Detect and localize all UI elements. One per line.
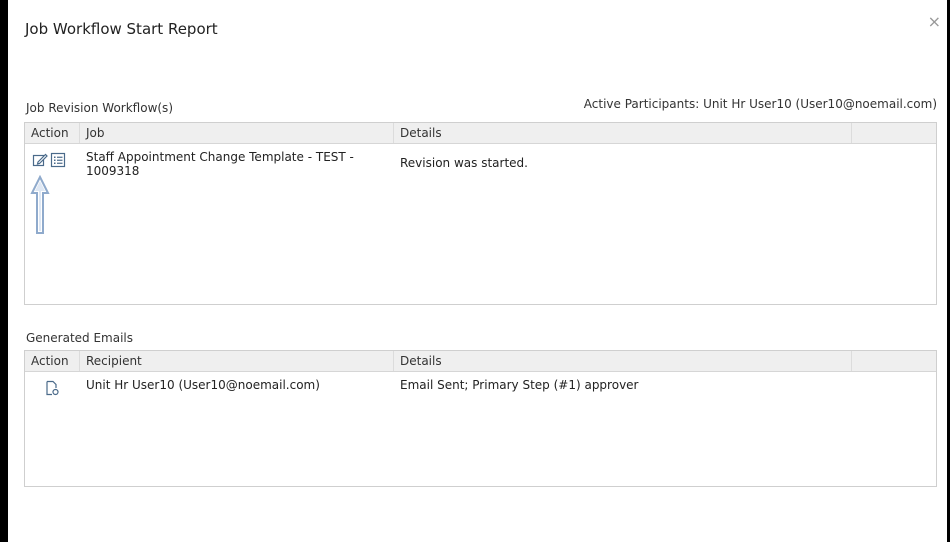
row-actions <box>25 150 80 178</box>
revision-section-label: Job Revision Workflow(s) <box>26 101 173 115</box>
column-header-filler <box>852 123 936 143</box>
up-arrow-icon <box>30 175 50 234</box>
job-workflow-start-report-dialog: Job Workflow Start Report × Job Revision… <box>8 0 947 542</box>
close-icon[interactable]: × <box>928 14 941 30</box>
column-header-action[interactable]: Action <box>25 123 80 143</box>
details-cell: Revision was started. <box>400 156 528 170</box>
table-row: Staff Appointment Change Template - TEST… <box>25 144 936 178</box>
emails-grid: Action Recipient Details Unit Hr User10 … <box>24 350 937 487</box>
email-document-icon[interactable] <box>44 380 60 396</box>
column-header-job[interactable]: Job <box>80 123 394 143</box>
edit-icon[interactable] <box>32 152 48 168</box>
list-icon[interactable] <box>50 152 66 168</box>
revision-grid: Action Job Details Staff Appointment Cha… <box>24 122 937 305</box>
table-row: Unit Hr User10 (User10@noemail.com) Emai… <box>25 372 936 396</box>
recipient-cell: Unit Hr User10 (User10@noemail.com) <box>86 378 320 392</box>
details-cell: Email Sent; Primary Step (#1) approver <box>400 378 639 392</box>
active-participants: Active Participants: Unit Hr User10 (Use… <box>583 97 937 111</box>
row-actions <box>25 378 80 396</box>
revision-grid-header: Action Job Details <box>25 123 936 144</box>
column-header-action[interactable]: Action <box>25 351 80 371</box>
job-number: 1009318 <box>86 164 140 178</box>
column-header-filler <box>852 351 936 371</box>
column-header-details[interactable]: Details <box>394 123 852 143</box>
job-name: Staff Appointment Change Template - TEST… <box>86 150 354 164</box>
column-header-recipient[interactable]: Recipient <box>80 351 394 371</box>
emails-grid-header: Action Recipient Details <box>25 351 936 372</box>
emails-section-label: Generated Emails <box>26 331 134 345</box>
column-header-details[interactable]: Details <box>394 351 852 371</box>
dialog-title: Job Workflow Start Report <box>25 20 218 38</box>
job-cell: Staff Appointment Change Template - TEST… <box>80 150 394 178</box>
